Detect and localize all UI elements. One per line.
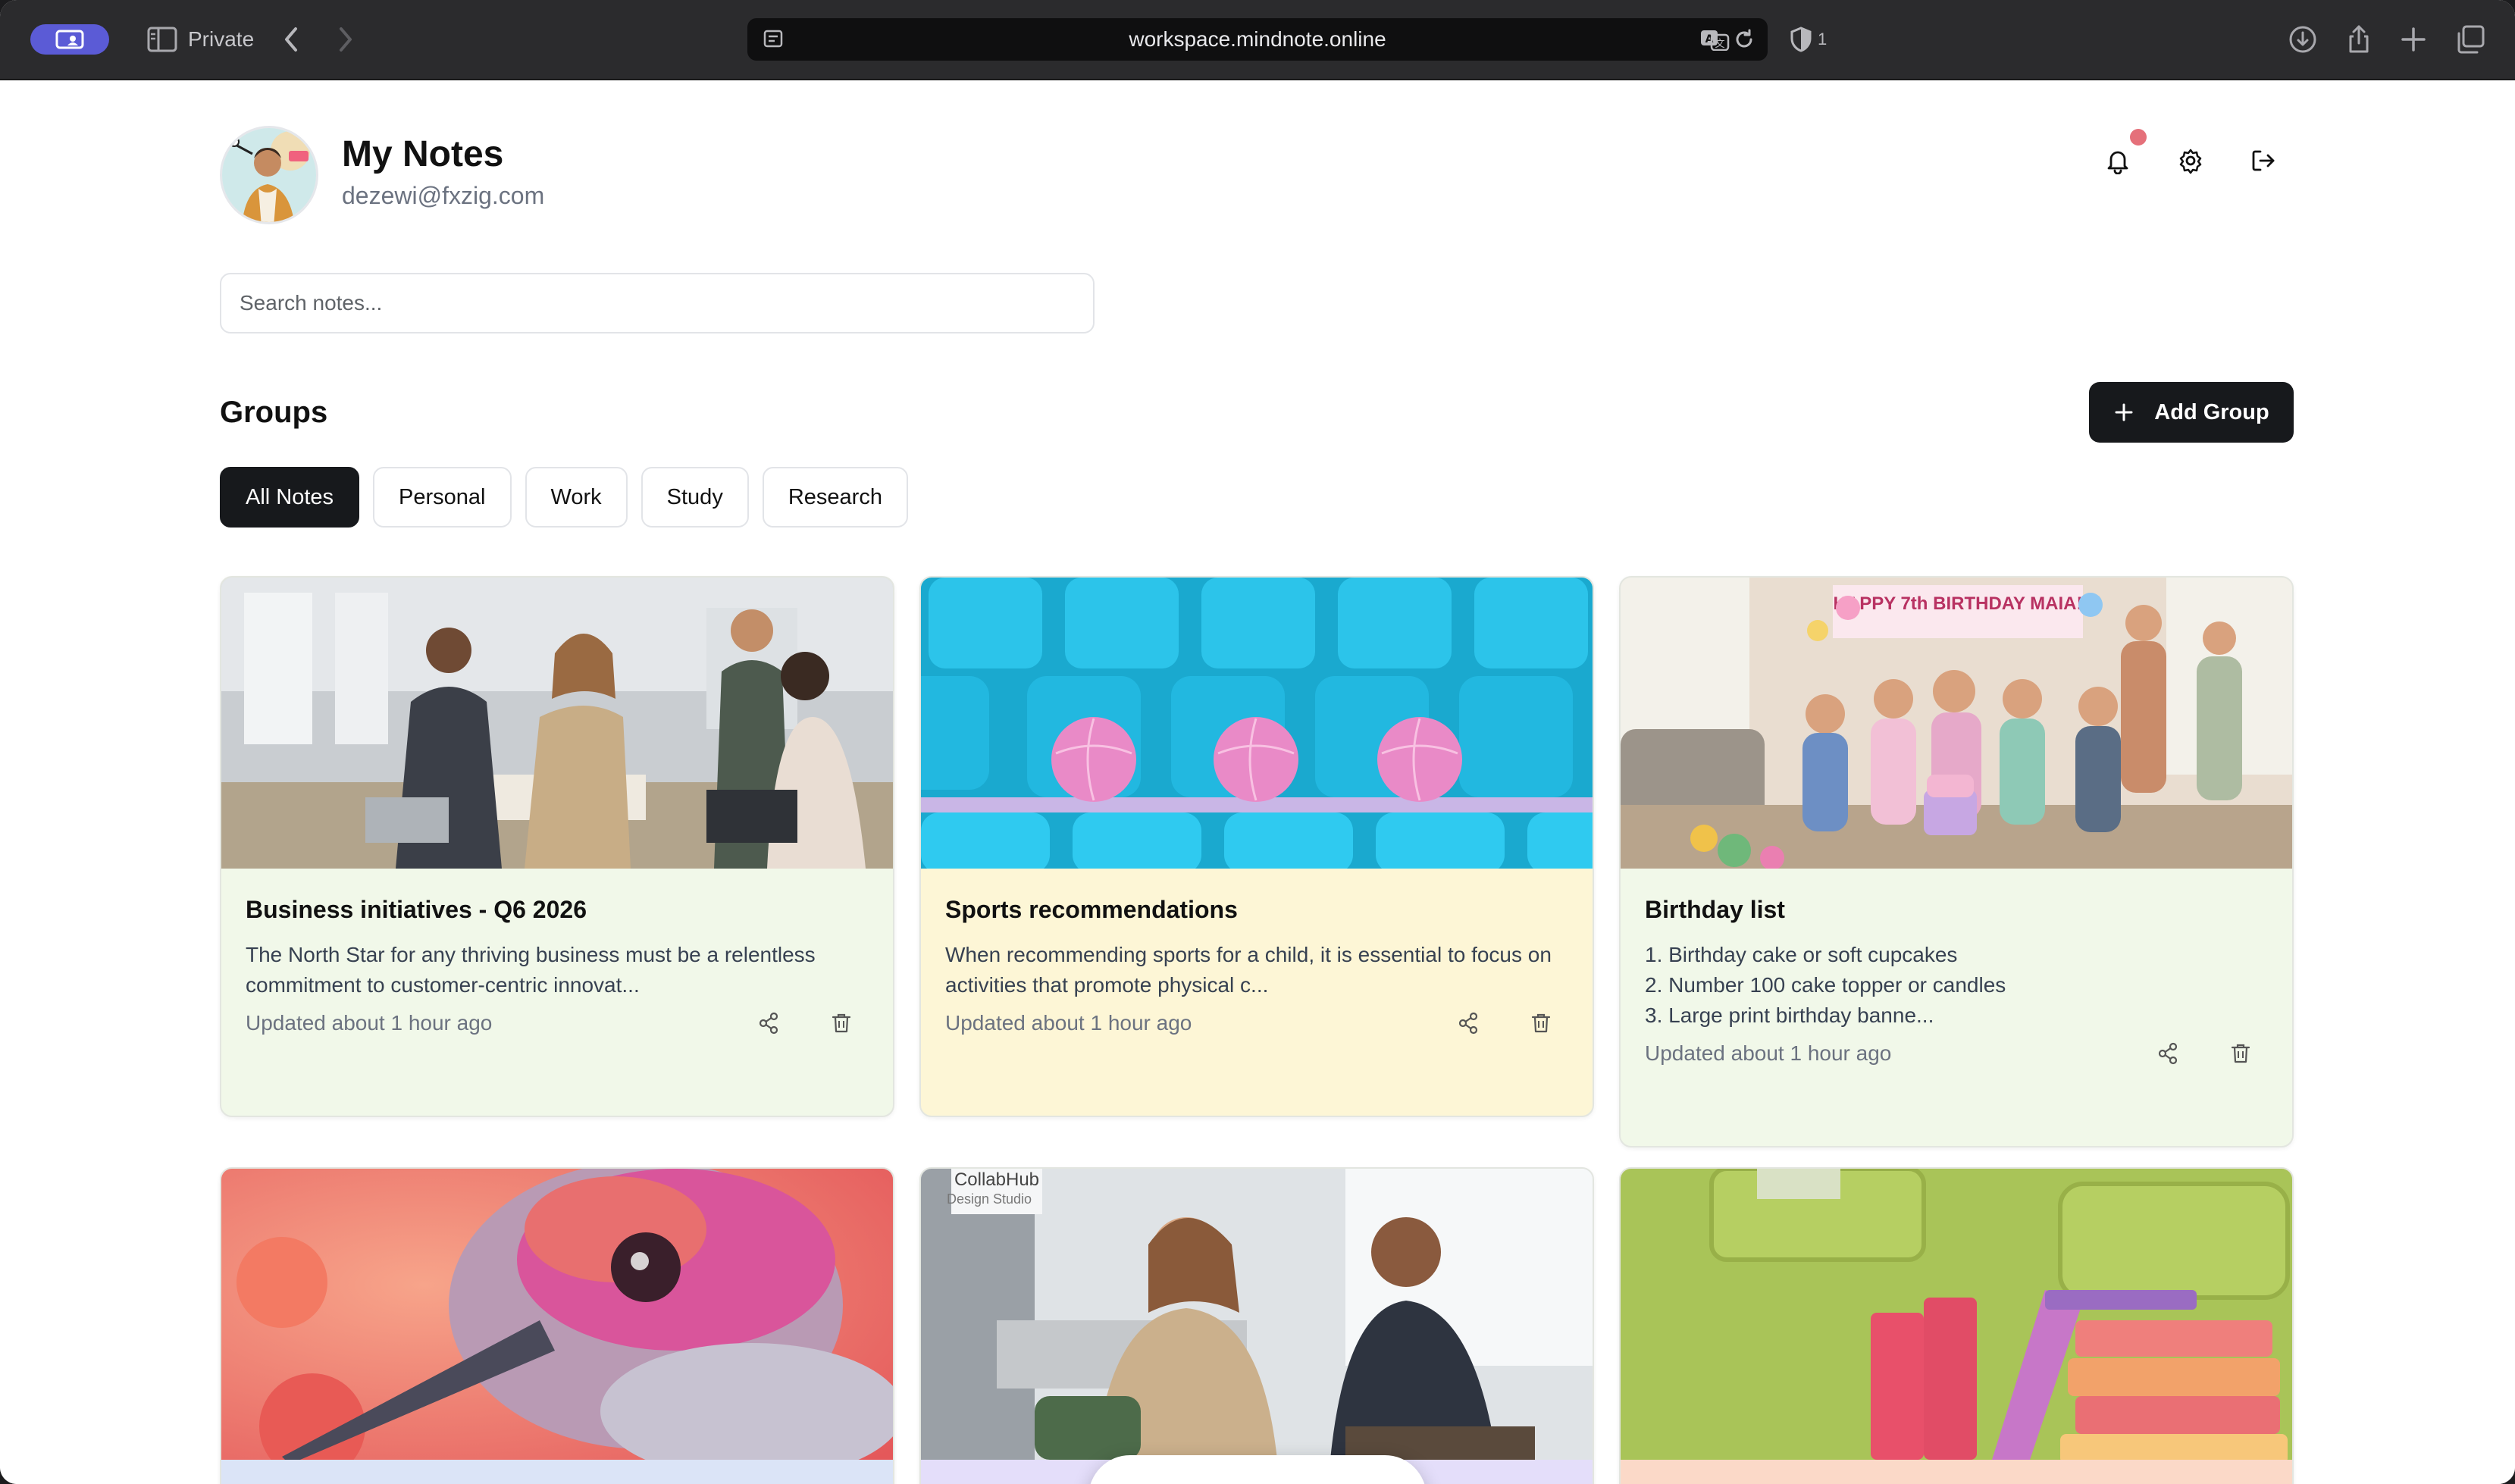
note-image-birthday-party: HAPPY 7th BIRTHDAY MAIA! (1621, 578, 2292, 869)
address-bar[interactable]: workspace.mindnote.online A 文 (747, 18, 1768, 61)
note-card-body: Birthday list 1. Birthday cake or soft c… (1621, 869, 2292, 1146)
private-mode-label: Private (188, 27, 255, 51)
delete-note-button[interactable] (1524, 1007, 1558, 1040)
plus-icon (2401, 27, 2426, 52)
settings-button[interactable] (2168, 138, 2213, 183)
trash-icon (2231, 1044, 2250, 1063)
note-image-office-meeting (221, 578, 893, 869)
chevron-right-icon (340, 27, 352, 52)
svg-text:CollabHub: CollabHub (954, 1169, 1039, 1190)
share-icon (2158, 1042, 2178, 1065)
tab-personal[interactable]: Personal (373, 467, 512, 528)
tab-work[interactable]: Work (525, 467, 628, 528)
share-icon (2349, 25, 2369, 53)
tab-study[interactable]: Study (640, 467, 749, 528)
add-group-label: Add Group (2154, 399, 2269, 424)
note-card[interactable]: Sports recommendations When recommending… (919, 576, 1594, 1117)
note-card[interactable]: CollabHub Design Studio (919, 1167, 1594, 1484)
group-tabs: All Notes Personal Work Study Research (220, 467, 908, 528)
note-card[interactable]: Business initiatives - Q6 2026 The North… (220, 576, 894, 1117)
share-icon (759, 1012, 778, 1035)
note-updated-time: Updated about 1 hour ago (246, 1011, 493, 1035)
trash-icon (832, 1013, 851, 1033)
note-image-hummingbird (221, 1169, 893, 1460)
chevron-left-icon (285, 27, 297, 52)
url-text: workspace.mindnote.online (1129, 27, 1386, 51)
search-input[interactable] (220, 273, 1095, 333)
sidebar-icon (147, 27, 177, 52)
note-card[interactable]: HAPPY 7th BIRTHDAY MAIA! Birthday list 1… (1619, 576, 2294, 1147)
tab-all-notes[interactable]: All Notes (220, 467, 360, 528)
svg-text:文: 文 (1715, 39, 1724, 50)
notes-page: My Notes dezewi@fxzig.com Groups (0, 80, 2515, 1484)
avatar[interactable] (220, 126, 318, 224)
share-note-button[interactable] (2151, 1037, 2185, 1070)
avatar-illustration (222, 128, 316, 222)
notifications-button[interactable] (2095, 138, 2141, 183)
logout-button[interactable] (2241, 138, 2286, 183)
note-excerpt: The North Star for any thriving business… (246, 943, 816, 997)
note-image-books (1621, 1169, 2292, 1460)
home-button[interactable] (1129, 1474, 1174, 1484)
note-card[interactable] (1619, 1167, 2294, 1484)
add-group-button[interactable]: Add Group (2089, 382, 2294, 443)
trash-icon (1531, 1013, 1551, 1033)
sidebar-toggle-button[interactable] (147, 26, 177, 53)
note-card-body: Sports recommendations When recommending… (921, 869, 1593, 1116)
profile-icon (55, 30, 84, 49)
notification-badge (2130, 129, 2147, 146)
gear-icon (2179, 149, 2202, 174)
delete-note-button[interactable] (2224, 1037, 2257, 1070)
share-note-button[interactable] (1452, 1007, 1485, 1040)
tabs-icon (2457, 25, 2485, 54)
plus-icon (2115, 403, 2133, 421)
note-updated-time: Updated about 1 hour ago (1645, 1041, 1892, 1065)
add-note-button[interactable] (1199, 1474, 1245, 1484)
note-card-body: Business initiatives - Q6 2026 The North… (221, 869, 893, 1116)
help-button[interactable] (1341, 1474, 1386, 1484)
page-title: My Notes (342, 134, 504, 174)
browser-toolbar: Private workspace.mindnote.online A 文 1 (0, 0, 2515, 80)
delete-note-button[interactable] (825, 1007, 858, 1040)
profile-switcher-button[interactable] (30, 24, 109, 55)
tab-overview-button[interactable] (2454, 23, 2488, 56)
note-image-stadium-seats (921, 578, 1593, 869)
note-updated-time: Updated about 1 hour ago (945, 1011, 1192, 1035)
privacy-shield-icon[interactable] (1789, 26, 1813, 53)
logout-icon (2252, 150, 2275, 171)
share-note-button[interactable] (752, 1007, 785, 1040)
note-image-colleagues: CollabHub Design Studio (921, 1169, 1593, 1460)
back-button[interactable] (279, 24, 303, 55)
share-icon (1458, 1012, 1478, 1035)
forward-button[interactable] (334, 24, 358, 55)
blocked-trackers-count: 1 (1818, 30, 1828, 49)
new-tab-button[interactable] (2397, 23, 2430, 56)
svg-text:Design Studio: Design Studio (947, 1191, 1032, 1207)
note-card[interactable] (220, 1167, 894, 1484)
bottom-dock (1088, 1455, 1427, 1484)
bell-icon (2107, 151, 2128, 174)
user-email: dezewi@fxzig.com (342, 182, 545, 209)
note-title: Birthday list (1645, 896, 1785, 923)
browser-window: Private workspace.mindnote.online A 文 1 … (0, 0, 2515, 1484)
download-icon (2289, 26, 2316, 53)
share-page-button[interactable] (2342, 23, 2376, 56)
support-button[interactable] (1270, 1474, 1316, 1484)
translate-icon[interactable]: A 文 (1699, 28, 1730, 51)
note-excerpt: When recommending sports for a child, it… (945, 943, 1552, 997)
downloads-button[interactable] (2286, 23, 2319, 56)
groups-heading: Groups (220, 396, 328, 429)
tab-research[interactable]: Research (762, 467, 908, 528)
banner-text: HAPPY 7th BIRTHDAY MAIA! (1834, 593, 2083, 614)
reload-icon[interactable] (1733, 28, 1755, 51)
note-title: Sports recommendations (945, 896, 1238, 923)
note-title: Business initiatives - Q6 2026 (246, 896, 587, 923)
note-excerpt: 1. Birthday cake or soft cupcakes 2. Num… (1645, 943, 2006, 1027)
